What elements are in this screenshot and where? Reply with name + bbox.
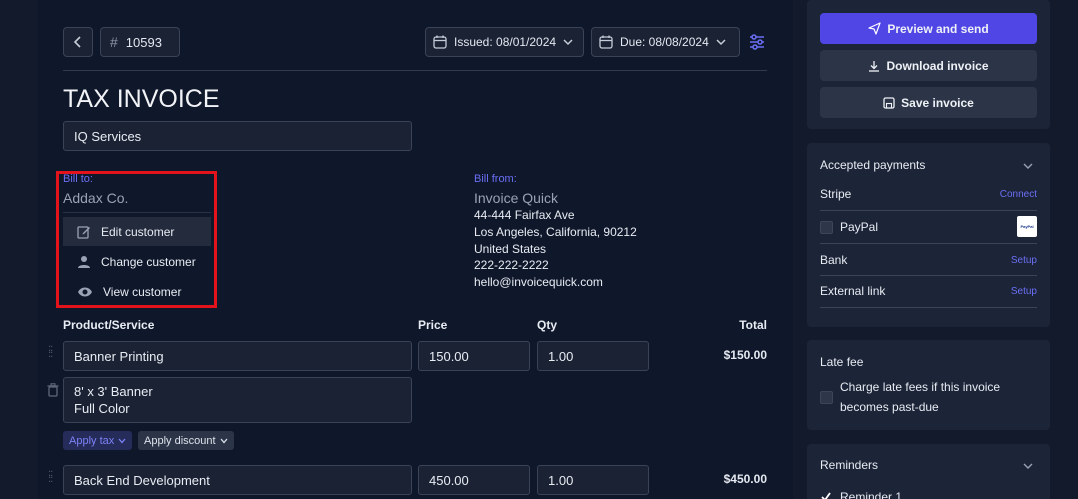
paypal-logo: PayPal — [1017, 216, 1037, 237]
bill-from-address-line: United States — [474, 242, 547, 256]
preview-send-button[interactable]: Preview and send — [820, 13, 1037, 44]
chevron-down-icon[interactable] — [1023, 162, 1033, 170]
download-icon — [869, 60, 880, 72]
column-header-total: Total — [739, 318, 767, 332]
chevron-left-icon — [73, 36, 81, 48]
product-name-input[interactable]: Back End Development — [63, 465, 412, 495]
payments-divider — [820, 210, 1037, 211]
issued-date-label: Issued: 08/01/2024 — [454, 35, 557, 49]
payments-divider — [820, 307, 1037, 308]
apply-tax-label: Apply tax — [69, 434, 115, 447]
chevron-down-icon — [118, 438, 126, 443]
calendar-icon — [433, 35, 447, 49]
company-name-input[interactable]: IQ Services — [63, 121, 412, 151]
save-icon — [883, 96, 895, 109]
price-input[interactable]: 150.00 — [418, 341, 530, 371]
payments-divider — [820, 243, 1037, 244]
bill-from-phone: 222-222-2222 — [474, 258, 549, 272]
hash-icon: # — [110, 34, 118, 50]
bill-from-address-line: Los Angeles, California, 90212 — [474, 225, 637, 239]
paypal-checkbox[interactable] — [820, 221, 833, 234]
bill-from-name[interactable]: Invoice Quick — [474, 190, 558, 206]
column-header-product: Product/Service — [63, 318, 155, 332]
bank-label: Bank — [820, 253, 848, 267]
highlight-box — [56, 171, 217, 308]
description-textarea[interactable]: 8' x 3' Banner Full Color — [63, 377, 412, 423]
chevron-down-icon — [563, 39, 573, 46]
preview-send-label: Preview and send — [887, 21, 989, 36]
invoice-title: TAX INVOICE — [63, 85, 220, 113]
chevron-down-icon — [716, 39, 726, 46]
issued-date-picker[interactable]: Issued: 08/01/2024 — [425, 27, 584, 57]
bill-from-label: Bill from: — [474, 173, 517, 185]
save-invoice-label: Save invoice — [901, 95, 974, 110]
payments-divider — [820, 275, 1037, 276]
column-header-qty: Qty — [537, 318, 558, 332]
back-button[interactable] — [63, 27, 93, 57]
external-link-label: External link — [820, 284, 886, 298]
bank-setup-link[interactable]: Setup — [1011, 255, 1037, 266]
reminder-checkbox[interactable] — [820, 490, 832, 499]
apply-discount-button[interactable]: Apply discount — [138, 431, 234, 450]
description-line: 8' x 3' Banner — [74, 384, 153, 399]
due-date-label: Due: 08/08/2024 — [620, 35, 709, 49]
save-invoice-button[interactable]: Save invoice — [820, 87, 1037, 118]
late-fee-title: Late fee — [820, 355, 864, 369]
late-fee-text: Charge late fees if this invoice — [840, 380, 1001, 394]
external-link-setup-link[interactable]: Setup — [1011, 286, 1037, 297]
late-fee-text: becomes past-due — [840, 400, 939, 414]
settings-sliders-icon[interactable] — [748, 33, 766, 51]
chevron-down-icon[interactable] — [1023, 462, 1033, 470]
calendar-icon — [599, 35, 613, 49]
due-date-picker[interactable]: Due: 08/08/2024 — [591, 27, 740, 57]
description-line: Full Color — [74, 401, 130, 416]
chevron-down-icon — [220, 438, 228, 443]
header-divider — [63, 70, 767, 71]
paypal-label: PayPal — [840, 220, 879, 234]
apply-tax-button[interactable]: Apply tax — [63, 431, 133, 450]
apply-discount-label: Apply discount — [144, 434, 216, 447]
product-name-input[interactable]: Banner Printing — [63, 341, 412, 371]
qty-input[interactable]: 1.00 — [537, 341, 649, 371]
bill-from-address-line: 44-444 Fairfax Ave — [474, 208, 575, 222]
late-fee-checkbox[interactable] — [820, 391, 833, 404]
price-input[interactable]: 450.00 — [418, 465, 530, 495]
drag-handle-icon[interactable]: ⁚⁚ ⁚⁚ — [48, 471, 53, 485]
download-invoice-button[interactable]: Download invoice — [820, 50, 1037, 81]
download-invoice-label: Download invoice — [886, 58, 989, 73]
bill-from-email: hello@invoicequick.com — [474, 275, 603, 289]
invoice-number: 10593 — [125, 34, 162, 50]
reminders-title: Reminders — [820, 458, 879, 472]
reminder-label: Reminder 1 — [840, 490, 903, 499]
stripe-label: Stripe — [820, 187, 852, 201]
stripe-connect-link[interactable]: Connect — [1000, 189, 1037, 200]
column-header-price: Price — [418, 318, 448, 332]
line-total: $450.00 — [723, 472, 767, 486]
accepted-payments-title: Accepted payments — [820, 158, 926, 172]
trash-icon[interactable] — [47, 383, 59, 402]
drag-handle-icon[interactable]: ⁚⁚ ⁚⁚ — [48, 346, 53, 360]
line-total: $150.00 — [723, 348, 767, 362]
qty-input[interactable]: 1.00 — [537, 465, 649, 495]
invoice-number-field[interactable]: # 10593 — [100, 27, 180, 57]
send-icon — [868, 22, 881, 35]
